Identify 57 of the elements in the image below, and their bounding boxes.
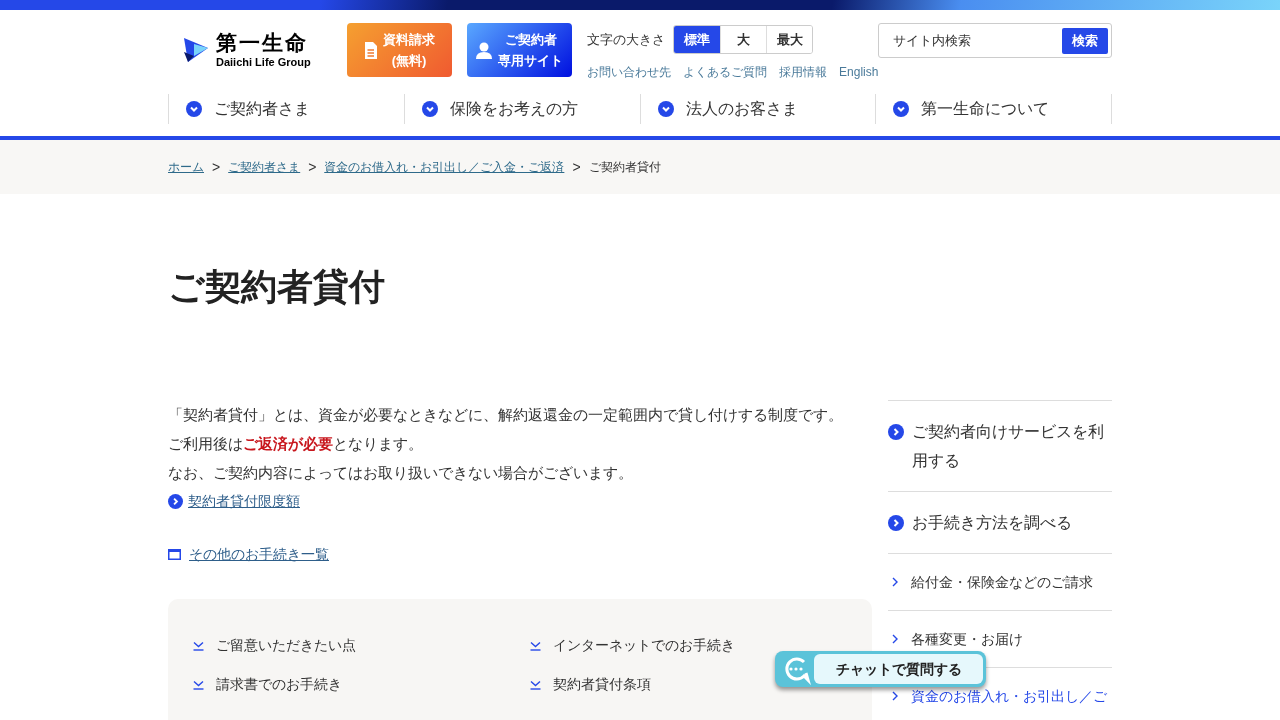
nav-item[interactable]: 保険をお考えの方	[403, 94, 640, 124]
breadcrumb-link[interactable]: 資金のお借入れ・お引出し／ご入金・ご返済	[324, 158, 565, 176]
chevron-down-icon	[893, 101, 910, 117]
breadcrumb-separator: >	[572, 157, 581, 177]
arrow-circle-icon	[168, 494, 183, 509]
member-site-button[interactable]: ご契約者 専用サイト	[467, 23, 573, 77]
font-size-option[interactable]: 最大	[766, 26, 813, 53]
breadcrumb-separator: >	[308, 157, 317, 177]
document-icon	[364, 41, 378, 59]
arrow-circle-icon	[888, 424, 904, 440]
anchor-link[interactable]: 契約者貸付条項	[530, 674, 651, 695]
utility-link[interactable]: 採用情報	[779, 63, 828, 81]
chevron-down-icon	[657, 101, 674, 117]
chevron-right-icon	[892, 691, 898, 701]
font-size-label: 文字の大きさ	[587, 30, 666, 49]
intro-paragraph: 「契約者貸付」とは、資金が必要なときなどに、解約返還金の一定範囲内で貸し付けする制度です。	[168, 405, 844, 425]
search-field[interactable]: サイト内検索 検索	[878, 23, 1112, 58]
down-arrow-icon	[193, 640, 204, 651]
breadcrumb-link[interactable]: ご契約者さま	[228, 158, 301, 176]
down-arrow-icon	[530, 679, 541, 690]
limit-link[interactable]: 契約者貸付限度額	[188, 491, 300, 512]
procedures-link[interactable]: その他のお手続き一覧	[189, 544, 329, 565]
person-icon	[476, 41, 493, 59]
anchor-link[interactable]: インターネットでのお手続き	[530, 635, 735, 656]
sidebar-link[interactable]: 資金のお借入れ・お引出し／ご	[888, 686, 1112, 706]
chat-button[interactable]: チャットで質問する	[775, 651, 986, 687]
sidebar-link[interactable]: 給付金・保険金などのご請求	[888, 572, 1112, 592]
down-arrow-icon	[193, 679, 204, 690]
nav-item[interactable]: 法人のお客さま	[639, 94, 876, 124]
anchor-link[interactable]: 請求書でのお手続き	[193, 674, 342, 695]
anchor-link[interactable]: ご留意いただきたい点	[193, 635, 356, 656]
breadcrumb-link[interactable]: ホーム	[168, 158, 204, 176]
logo-tagline: Daiichi Life Group	[216, 55, 311, 69]
chevron-right-icon	[892, 634, 898, 644]
window-icon	[168, 549, 181, 560]
sidebar-link[interactable]: お手続き方法を調べる	[888, 508, 1112, 537]
utility-link[interactable]: よくあるご質問	[683, 63, 768, 81]
arrow-circle-icon	[888, 515, 904, 531]
intro-paragraph: なお、ご契約内容によってはお取り扱いできない場合がございます。	[168, 463, 634, 483]
utility-link[interactable]: English	[839, 63, 879, 81]
breadcrumb-current: ご契約者貸付	[588, 159, 661, 176]
page-title: ご契約者貸付	[168, 265, 386, 309]
nav-item[interactable]: ご契約者さま	[168, 94, 404, 124]
sidebar-link[interactable]: 各種変更・お届け	[888, 629, 1112, 649]
font-size-option[interactable]: 標準	[674, 26, 721, 53]
breadcrumb-separator: >	[212, 157, 221, 177]
search-button[interactable]: 検索	[1062, 27, 1108, 54]
chevron-right-icon	[892, 577, 898, 587]
down-arrow-icon	[530, 640, 541, 651]
nav-item[interactable]: 第一生命について	[875, 94, 1111, 124]
chevron-down-icon	[186, 101, 202, 117]
logo-icon	[182, 36, 210, 64]
intro-paragraph: ご利用後はご返済が必要となります。	[168, 434, 424, 454]
sidebar-link[interactable]: ご契約者向けサービスを利用する	[888, 417, 1112, 475]
utility-link[interactable]: お問い合わせ先	[587, 63, 672, 81]
logo-text: 第一生命	[216, 31, 309, 55]
chevron-down-icon	[421, 101, 438, 117]
